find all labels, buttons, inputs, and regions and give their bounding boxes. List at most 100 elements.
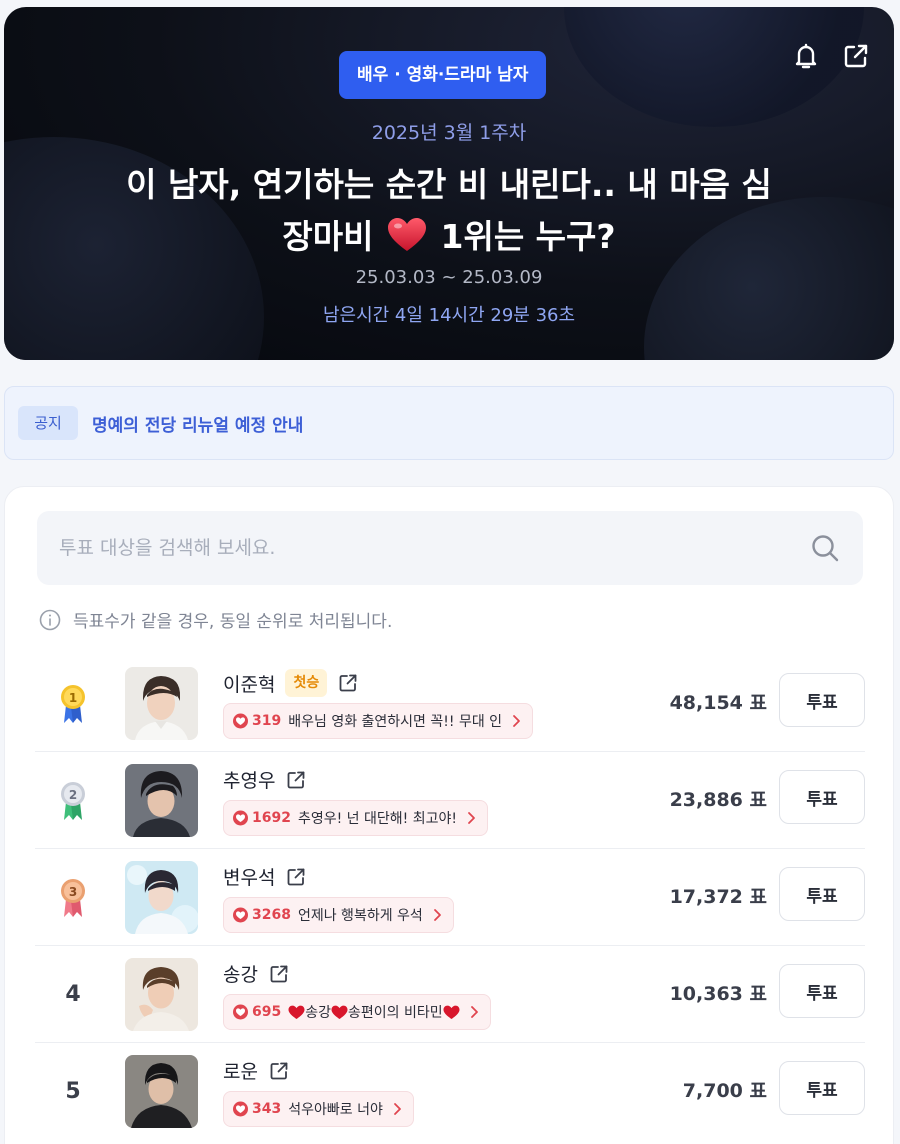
external-link-icon[interactable] [285,769,307,791]
page-title: 이 남자, 연기하는 순간 비 내린다.. 내 마음 심 장마비 1위는 누구? [64,159,834,263]
notice-bar[interactable]: 공지 명예의 전당 리뉴얼 예정 안내 [4,386,894,460]
name-line: 추영우 [223,766,307,793]
vote-button[interactable]: 투표 [779,1061,865,1115]
ranking-list: 1 이준혁 첫승 319 배우님 영화 출연하시면 꼭!! 무대 인 48,15… [35,655,865,1140]
red-heart-emoji-icon [288,1005,305,1019]
external-link-icon[interactable] [337,672,359,694]
message-text-b: 송편이의 비타민 [348,1005,443,1021]
notice-text[interactable]: 명예의 전당 리뉴얼 예정 안내 [92,411,303,436]
vote-count: 48,154 표 [669,692,767,714]
rank-cell: 3 [51,849,95,946]
avatar[interactable] [125,667,198,740]
message-text: 추영우! 넌 대단해! 최고야! [297,811,457,827]
week-label: 2025년 3월 1주차 [371,122,527,144]
search-input[interactable] [59,511,759,585]
message-text: 석우아빠로 너야 [288,1102,383,1118]
gold-medal-icon: 1 [61,684,85,723]
bronze-medal-icon: 3 [61,878,85,917]
cheer-message[interactable]: 695 송강 송편이의 비타민 [223,994,491,1030]
candidate-name: 추영우 [223,770,276,792]
heart-count: 319 [252,713,282,729]
external-link-icon[interactable] [268,963,290,985]
chevron-right-icon [513,715,520,727]
info-icon [39,609,61,630]
tie-info-text: 득표수가 같을 경우, 동일 순위로 처리됩니다. [73,612,393,632]
heart-count: 695 [252,1004,282,1020]
heart-icon [233,1101,248,1117]
cheer-message[interactable]: 3268 언제나 행복하게 우석 [223,897,454,933]
chevron-right-icon [470,1006,478,1018]
message-text-a: 송강 [305,1005,331,1021]
heart-emoji-icon [388,218,427,251]
external-link-icon[interactable] [285,866,307,888]
svg-text:3: 3 [69,885,77,899]
svg-text:1: 1 [69,691,77,705]
candidate-name: 이준혁 [223,673,276,696]
heart-icon [233,713,248,729]
vote-button[interactable]: 투표 [779,673,865,727]
heart-icon [233,1004,248,1020]
external-link-icon[interactable] [268,1060,290,1082]
hero-banner: 배우 · 영화·드라마 남자 2025년 3월 1주차 이 남자, 연기하는 순… [4,7,894,360]
ranking-panel: 득표수가 같을 경우, 동일 순위로 처리됩니다. 1 [4,486,894,1144]
vote-button[interactable]: 투표 [779,770,865,824]
vote-button[interactable]: 투표 [779,964,865,1018]
ranking-row[interactable]: 1 이준혁 첫승 319 배우님 영화 출연하시면 꼭!! 무대 인 48,15… [35,655,865,752]
search-icon[interactable] [809,532,841,564]
rank-cell: 2 [51,752,95,849]
chevron-right-icon [433,909,441,921]
chevron-right-icon [468,812,475,824]
heart-count: 343 [252,1101,282,1117]
heart-icon [233,907,248,923]
avatar[interactable] [125,861,198,934]
red-heart-emoji-icon [443,1005,460,1019]
name-line: 송강 [223,960,290,987]
cheer-message[interactable]: 1692 추영우! 넌 대단해! 최고야! [223,800,488,836]
message-text: 배우님 영화 출연하시면 꼭!! 무대 인 [288,714,503,730]
avatar[interactable] [125,1055,198,1128]
svg-text:2: 2 [69,788,77,802]
ranking-row[interactable]: 5 로운 343 석우아빠로 너야 7,700 표 투표 [35,1043,865,1140]
title-line-2: 장마비 1위는 누구? [64,211,834,263]
ranking-row[interactable]: 4 송강 695 송강 송편이의 비타민 10,363 표 투표 [35,946,865,1043]
cheer-message[interactable]: 319 배우님 영화 출연하시면 꼭!! 무대 인 [223,703,534,739]
message-text: 언제나 행복하게 우석 [297,908,423,924]
title-line-2a: 장마비 [282,217,374,256]
category-chip[interactable]: 배우 · 영화·드라마 남자 [339,51,547,99]
title-line-2b: 1위는 누구? [440,217,616,256]
vote-count: 7,700 표 [682,1080,767,1102]
name-line: 변우석 [223,863,307,890]
title-line-1: 이 남자, 연기하는 순간 비 내린다.. 내 마음 심 [126,165,772,204]
vote-button[interactable]: 투표 [779,867,865,921]
heart-icon [233,810,248,826]
share-icon[interactable] [840,40,872,72]
tie-info: 득표수가 같을 경우, 동일 순위로 처리됩니다. [39,607,392,632]
ranking-row[interactable]: 3 변우석 3268 언제나 행복하게 우석 17,372 표 투표 [35,849,865,946]
avatar[interactable] [125,764,198,837]
notice-tag: 공지 [18,406,78,440]
rank-cell: 1 [51,655,95,752]
name-line: 이준혁 첫승 [223,669,359,697]
candidate-name: 송강 [223,964,258,986]
vote-count: 10,363 표 [669,983,767,1005]
vote-count: 17,372 표 [669,886,767,908]
remaining-time: 남은시간 4일 14시간 29분 36초 [322,305,576,326]
search-box[interactable] [37,511,863,585]
red-heart-emoji-icon [331,1005,348,1019]
chevron-right-icon [393,1103,401,1115]
bell-icon[interactable] [790,40,822,72]
vote-count: 23,886 표 [669,789,767,811]
silver-medal-icon: 2 [61,781,85,820]
cheer-message[interactable]: 343 석우아빠로 너야 [223,1091,414,1127]
ranking-row[interactable]: 2 추영우 1692 추영우! 넌 대단해! 최고야! 23,886 표 투표 [35,752,865,849]
vote-period: 25.03.03 ~ 25.03.09 [355,267,543,288]
heart-count: 1692 [252,810,291,826]
avatar[interactable] [125,958,198,1031]
rank-number: 5 [65,1079,81,1104]
name-line: 로운 [223,1057,290,1084]
first-win-badge: 첫승 [285,669,328,697]
heart-count: 3268 [252,907,291,923]
candidate-name: 변우석 [223,867,276,889]
rank-number: 4 [65,982,81,1007]
candidate-name: 로운 [223,1061,258,1083]
